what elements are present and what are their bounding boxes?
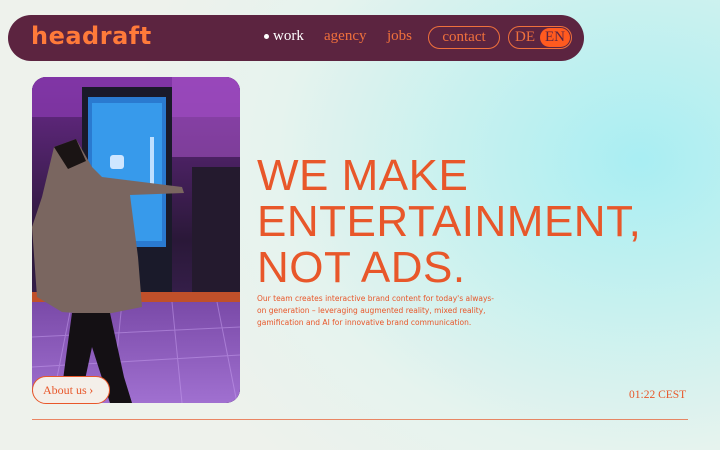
chevron-right-icon: › <box>89 382 94 397</box>
about-us-button[interactable]: About us › <box>32 376 110 404</box>
nav-link-jobs[interactable]: jobs <box>387 28 412 45</box>
language-switch: DE EN <box>508 26 572 49</box>
nav-link-work-label: work <box>273 28 304 44</box>
headline-line-3: NOT ADS. <box>257 243 466 292</box>
headraft-logo[interactable]: headraft <box>31 22 152 50</box>
top-navbar: headraft work agency jobs contact DE EN <box>8 15 584 61</box>
headline-line-1: WE MAKE <box>257 151 469 200</box>
active-dot-icon <box>264 34 269 40</box>
language-de-option[interactable]: DE <box>515 27 535 48</box>
hero-video-image <box>32 77 240 403</box>
nav-link-work[interactable]: work <box>264 28 304 45</box>
hero-headline: WE MAKE ENTERTAINMENT, NOT ADS. <box>257 153 641 291</box>
hero-description: Our team creates interactive brand conte… <box>257 294 494 327</box>
language-en-option[interactable]: EN <box>540 28 570 47</box>
about-us-label: About us <box>43 383 87 397</box>
hero-photo-illustration <box>32 77 240 403</box>
headline-line-2: ENTERTAINMENT, <box>257 197 642 246</box>
footer-divider <box>32 419 688 420</box>
nav-link-agency[interactable]: agency <box>324 28 366 45</box>
local-time-clock: 01:22 CEST <box>629 389 687 401</box>
contact-button[interactable]: contact <box>428 26 500 49</box>
